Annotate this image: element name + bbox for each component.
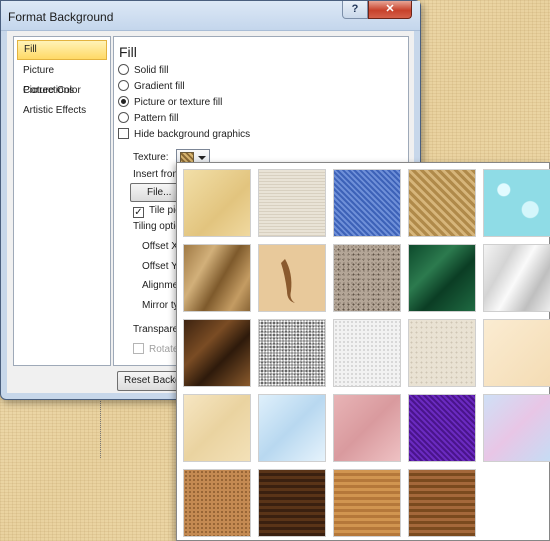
texture-tile[interactable] — [333, 394, 401, 462]
texture-tile[interactable] — [483, 169, 550, 237]
panel-heading: Fill — [119, 44, 137, 60]
gradient-fill-label: Gradient fill — [134, 81, 185, 92]
category-list: Fill Picture Corrections Picture Color A… — [13, 36, 111, 366]
nav-item-fill[interactable]: Fill — [17, 40, 107, 60]
texture-tile[interactable] — [333, 319, 401, 387]
nav-item-picture-corrections[interactable]: Picture Corrections — [17, 61, 107, 96]
rotate-with-shape-checkbox[interactable] — [133, 343, 144, 354]
rotate-with-shape-label: Rotate — [149, 344, 179, 355]
rotate-with-shape-option[interactable]: Rotate — [133, 343, 178, 357]
chevron-down-icon — [198, 156, 206, 160]
texture-tile[interactable] — [183, 244, 251, 312]
insert-from-label: Insert from — [133, 169, 181, 180]
texture-tile[interactable] — [258, 244, 326, 312]
tile-picture-checkbox[interactable]: ✓ — [133, 207, 144, 218]
texture-tile[interactable] — [483, 394, 550, 462]
gradient-fill-option[interactable]: Gradient fill — [118, 80, 185, 94]
texture-tile[interactable] — [333, 244, 401, 312]
offset-x-label: Offset X: — [142, 241, 181, 252]
texture-gallery — [176, 162, 550, 541]
texture-tile[interactable] — [408, 469, 476, 537]
hide-background-graphics-checkbox[interactable] — [118, 128, 129, 139]
texture-label: Texture: — [133, 152, 169, 163]
texture-tile[interactable] — [258, 319, 326, 387]
close-button[interactable]: ✕ — [368, 1, 412, 19]
solid-fill-radio[interactable] — [118, 64, 129, 75]
picture-texture-fill-label: Picture or texture fill — [134, 97, 223, 108]
picture-texture-fill-radio[interactable] — [118, 96, 129, 107]
offset-y-label: Offset Y: — [142, 261, 180, 272]
texture-tile[interactable] — [333, 469, 401, 537]
picture-texture-fill-option[interactable]: Picture or texture fill — [118, 96, 222, 110]
title-bar[interactable]: Format Background ? ✕ — [1, 1, 420, 31]
nav-item-artistic-effects[interactable]: Artistic Effects — [17, 101, 107, 121]
help-button[interactable]: ? — [342, 1, 368, 19]
texture-tile[interactable] — [183, 394, 251, 462]
texture-tile[interactable] — [183, 169, 251, 237]
texture-tile[interactable] — [408, 319, 476, 387]
pattern-fill-radio[interactable] — [118, 112, 129, 123]
fish-fossil-icon — [281, 259, 295, 303]
texture-tile[interactable] — [483, 244, 550, 312]
texture-tile[interactable] — [258, 394, 326, 462]
pattern-fill-label: Pattern fill — [134, 113, 179, 124]
texture-tile[interactable] — [408, 244, 476, 312]
solid-fill-label: Solid fill — [134, 65, 169, 76]
gradient-fill-radio[interactable] — [118, 80, 129, 91]
texture-tile[interactable] — [183, 469, 251, 537]
texture-tile[interactable] — [258, 469, 326, 537]
texture-tile[interactable] — [408, 394, 476, 462]
texture-tile[interactable] — [258, 169, 326, 237]
dialog-title: Format Background — [8, 10, 114, 24]
pattern-fill-option[interactable]: Pattern fill — [118, 112, 178, 126]
nav-item-picture-color[interactable]: Picture Color — [17, 81, 107, 101]
hide-background-graphics-label: Hide background graphics — [134, 129, 251, 140]
tile-picture-option[interactable]: ✓ Tile pic — [133, 204, 180, 218]
texture-tile[interactable] — [183, 319, 251, 387]
texture-tile[interactable] — [333, 169, 401, 237]
texture-tile[interactable] — [408, 169, 476, 237]
solid-fill-option[interactable]: Solid fill — [118, 64, 168, 78]
hide-background-graphics-option[interactable]: Hide background graphics — [118, 128, 250, 142]
texture-tile[interactable] — [483, 319, 550, 387]
